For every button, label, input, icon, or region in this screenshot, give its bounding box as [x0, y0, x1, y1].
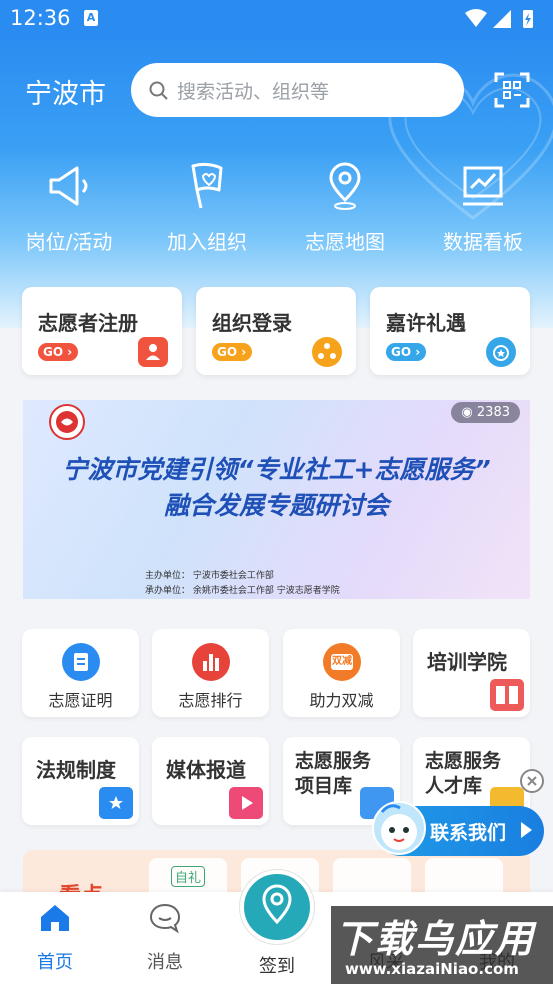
watermark-title: 下载乌应用 [335, 917, 536, 961]
media-reports-button[interactable]: 媒体报道 [152, 737, 269, 825]
star-book-icon [99, 787, 133, 819]
volunteer-certificate-button[interactable]: 志愿证明 [22, 629, 139, 717]
checkin-label: 签到 [259, 956, 295, 977]
service-label: 媒体报道 [166, 758, 246, 782]
org-login-card[interactable]: 组织登录 GO › [196, 287, 356, 375]
service-label: 志愿排行 [178, 691, 243, 710]
volunteer-register-card[interactable]: 志愿者注册 GO › [22, 287, 182, 375]
system-status-icons [465, 9, 533, 28]
location-pin-icon [262, 884, 292, 925]
map-pin-icon [329, 162, 361, 210]
group-icon [312, 337, 342, 367]
service-label: 志愿证明 [48, 691, 113, 710]
service-label: 法规制度 [36, 758, 116, 782]
event-banner[interactable]: ◉ 2383 宁波市党建引领“专业社工+志愿服务” 融合发展专题研讨会 主办单位… [23, 400, 530, 599]
scan-icon[interactable] [494, 72, 530, 108]
service-label: 培训学院 [427, 650, 507, 674]
contact-us-label: 联系我们 [430, 822, 507, 844]
message-icon [149, 903, 181, 934]
quick-nav-dashboard[interactable]: 数据看板 [428, 158, 538, 255]
honor-benefits-card[interactable]: 嘉许礼遇 GO › [370, 287, 530, 375]
mascot-icon [372, 801, 426, 855]
chart-board-icon [463, 166, 503, 206]
view-count: ◉ 2383 [451, 402, 520, 423]
volunteer-ranking-button[interactable]: 志愿排行 [152, 629, 269, 717]
medal-icon [486, 337, 516, 367]
quick-nav-label: 志愿地图 [305, 230, 385, 254]
go-badge: GO › [386, 343, 426, 361]
tab-label: 首页 [37, 952, 73, 973]
checkin-button[interactable] [240, 870, 314, 944]
home-icon [41, 905, 69, 931]
quick-nav-jobs[interactable]: 岗位/活动 [14, 158, 124, 255]
close-icon [527, 776, 537, 786]
arrow-right-icon [521, 822, 532, 838]
quick-nav-label: 加入组织 [167, 230, 247, 254]
book-icon [490, 679, 524, 711]
card-title: 志愿者注册 [38, 311, 138, 335]
bar-chart-icon [192, 643, 230, 681]
quick-nav-join-org[interactable]: 加入组织 [152, 158, 262, 255]
banner-title-line1: 宁波市党建引领“专业社工+志愿服务” [62, 455, 491, 484]
volunteer-emblem-icon [49, 404, 85, 440]
status-time: 12:36 [10, 6, 71, 30]
double-reduction-button[interactable]: 双减 助力双减 [283, 629, 400, 717]
contact-us-button[interactable]: 联系我们 [372, 801, 544, 856]
close-contact-button[interactable] [520, 769, 544, 793]
double-reduction-icon: 双减 [323, 643, 361, 681]
search-icon [149, 81, 168, 100]
quick-nav-map[interactable]: 志愿地图 [290, 158, 400, 255]
flag-icon [191, 162, 223, 209]
certificate-icon [62, 643, 100, 681]
search-placeholder: 搜索活动、组织等 [177, 81, 330, 103]
banner-organizer: 承办单位： 余姚市委社会工作部 宁波志愿者学院 [145, 586, 340, 596]
training-academy-button[interactable]: 培训学院 [413, 629, 530, 717]
banner-title-line2: 融合发展专题研讨会 [163, 491, 389, 520]
banner-sponsor: 主办单位： 宁波市委社会工作部 [145, 571, 274, 581]
tab-messages[interactable]: 消息 [110, 892, 220, 984]
card-title: 嘉许礼遇 [386, 311, 466, 335]
search-input[interactable]: 搜索活动、组织等 [131, 63, 464, 117]
notification-icon: A [84, 10, 98, 26]
watermark-overlay: 下载乌应用 www.xiazaiNiao.com [331, 906, 553, 984]
person-icon [138, 337, 168, 367]
quick-nav-label: 岗位/活动 [25, 230, 113, 254]
card-title: 组织登录 [212, 311, 292, 335]
go-badge: GO › [212, 343, 252, 361]
city-selector[interactable]: 宁波市 [25, 72, 106, 111]
tab-home[interactable]: 首页 [0, 892, 110, 984]
quick-nav-label: 数据看板 [443, 230, 523, 254]
regulations-button[interactable]: 法规制度 [22, 737, 139, 825]
tab-label: 消息 [147, 952, 183, 973]
megaphone-icon [49, 166, 88, 206]
service-label: 助力双减 [309, 691, 374, 710]
status-bar: 12:36 A [0, 0, 553, 38]
watermark-url: www.xiazaiNiao.com [345, 960, 519, 978]
play-icon [229, 787, 263, 819]
go-badge: GO › [38, 343, 78, 361]
